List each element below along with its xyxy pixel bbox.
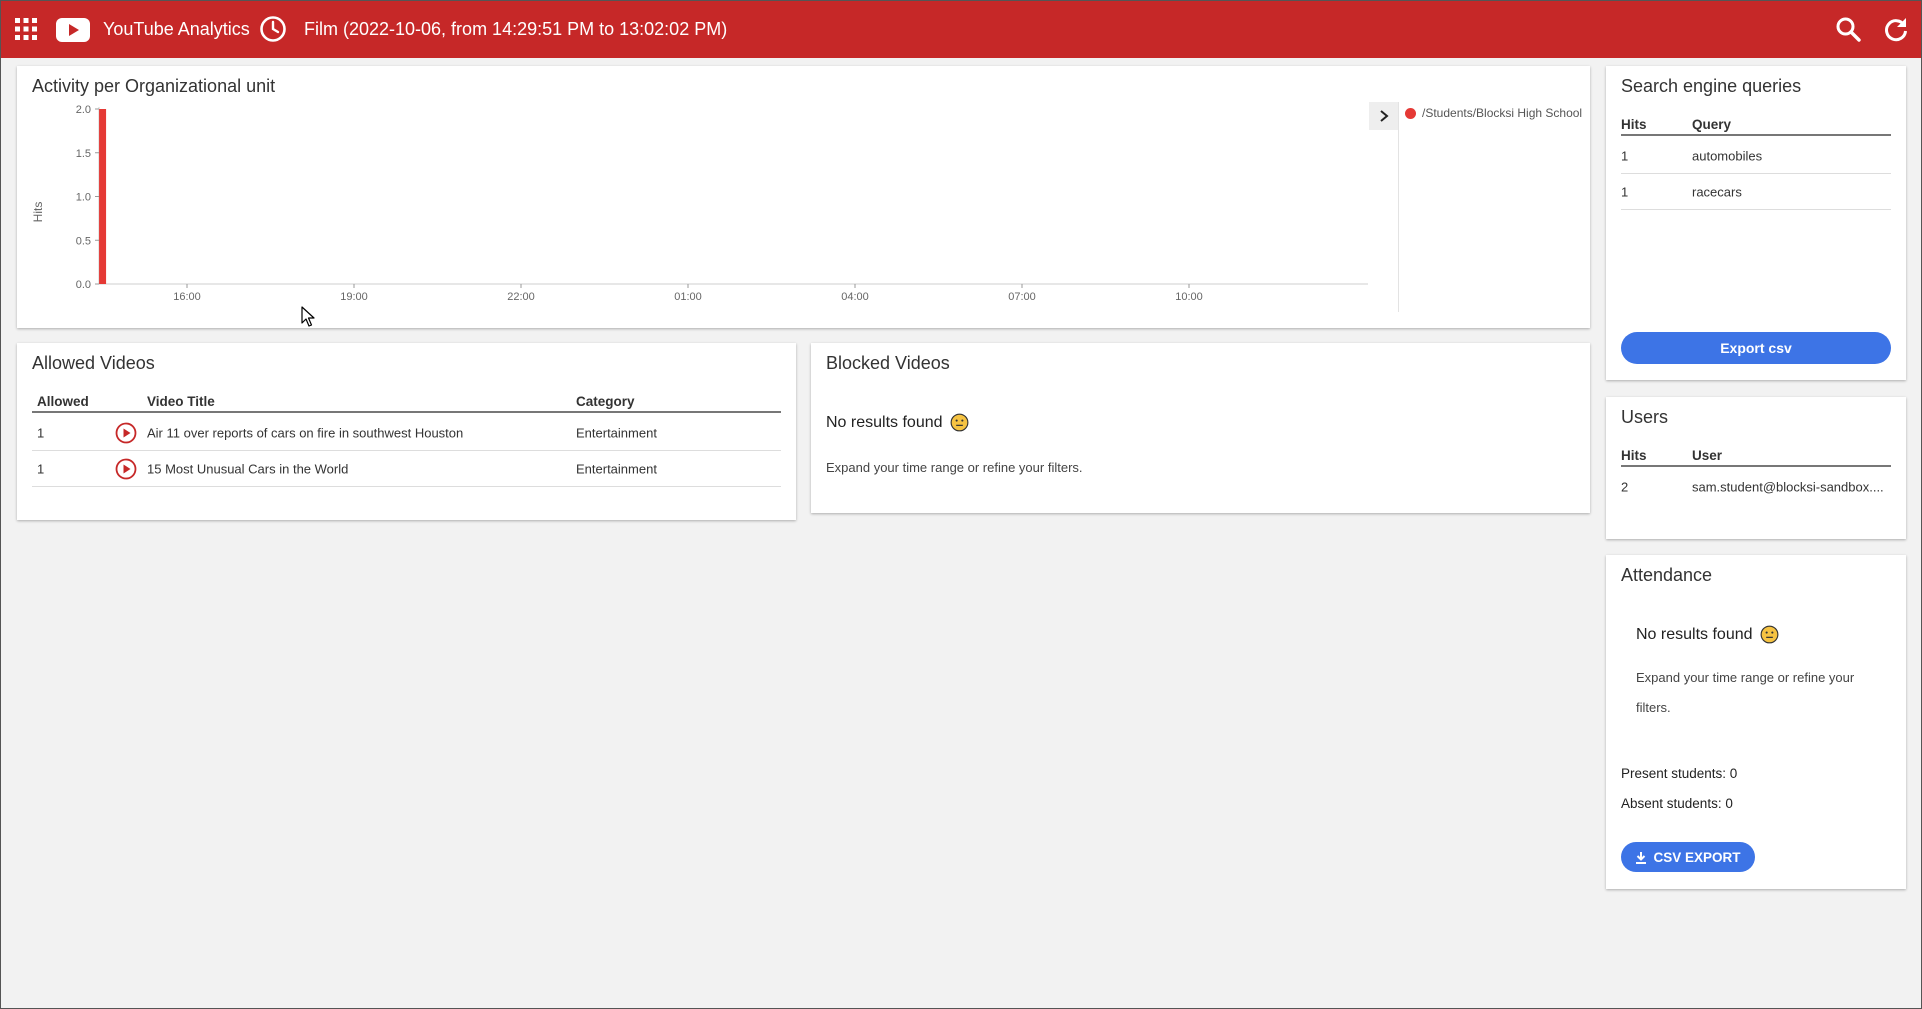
no-results-message: No results found: [1636, 625, 1779, 644]
app-title: YouTube Analytics: [103, 19, 250, 39]
activity-chart: Hits 0.0 0.5 1.0 1.5 2.0 16:00 19:00 22:00 01:0…: [31, 104, 1368, 303]
absent-students: Absent students: 0: [1621, 796, 1733, 811]
column-header-hits[interactable]: Hits: [1621, 448, 1647, 463]
neutral-face-icon: [1760, 625, 1778, 644]
x-tick-label: 04:00: [841, 291, 869, 303]
y-tick-label: 2.0: [76, 104, 91, 116]
table-row[interactable]: 1 15 Most Unusual Cars in the World Ente…: [32, 451, 781, 487]
table-row[interactable]: 1 racecars: [1621, 174, 1891, 210]
video-category: Entertainment: [576, 425, 657, 440]
attendance-title: Attendance: [1621, 565, 1713, 585]
y-tick-label: 1.0: [76, 192, 91, 204]
legend-label: /Students/Blocksi High School: [1422, 106, 1583, 120]
column-header-hits[interactable]: Hits: [1621, 117, 1647, 132]
allowed-videos-table: Allowed Video Title Category 1 Air 11 ov…: [32, 387, 781, 507]
no-results-text: No results found: [1636, 625, 1753, 643]
column-header-video-title[interactable]: Video Title: [147, 394, 215, 409]
chart-bar[interactable]: [99, 109, 107, 284]
neutral-face-icon: [950, 413, 968, 432]
search-icon[interactable]: [1835, 16, 1861, 42]
time-range-label[interactable]: Film (2022-10-06, from 14:29:51 PM to 13…: [304, 19, 727, 40]
legend-toggle-button[interactable]: [1369, 102, 1399, 130]
blocked-videos-card: Blocked Videos No results found Expand y…: [811, 343, 1590, 513]
download-icon: [1636, 851, 1647, 864]
present-students: Present students: 0: [1621, 766, 1738, 781]
apps-grid-icon[interactable]: [15, 18, 37, 40]
users-title: Users: [1621, 407, 1669, 427]
table-header: Hits User: [1621, 441, 1891, 467]
table-header: Allowed Video Title Category: [32, 387, 781, 413]
refresh-icon[interactable]: [1883, 16, 1909, 42]
query-hits: 1: [1621, 184, 1629, 199]
legend-color-dot: [1405, 107, 1416, 119]
y-tick-label: 0.0: [76, 279, 91, 291]
users-card: Users Hits User 2 sam.student@blocksi-sa…: [1606, 397, 1906, 539]
csv-export-label: CSV EXPORT: [1653, 849, 1741, 865]
y-tick-label: 1.5: [76, 148, 91, 160]
search-queries-table: Hits Query 1 automobiles 1 racecars: [1621, 110, 1891, 210]
x-tick-label: 16:00: [173, 291, 201, 303]
y-axis-label: Hits: [31, 202, 45, 223]
top-bar: YouTube Analytics Film (2022-10-06, from…: [1, 1, 1921, 58]
column-header-category[interactable]: Category: [576, 394, 635, 409]
user-hits: 2: [1621, 479, 1629, 495]
column-header-allowed[interactable]: Allowed: [37, 394, 89, 409]
video-title[interactable]: 15 Most Unusual Cars in the World: [147, 461, 348, 476]
no-results-hint: Expand your time range or refine your: [1636, 670, 1855, 685]
no-results-hint-continued: filters.: [1636, 700, 1671, 715]
no-results-hint: Expand your time range or refine your fi…: [826, 460, 1083, 475]
x-tick-label: 07:00: [1008, 291, 1036, 303]
column-header-query[interactable]: Query: [1692, 117, 1731, 132]
table-row[interactable]: 2 sam.student@blocksi-sandbox....: [1621, 469, 1891, 505]
activity-card: Activity per Organizational unit Hits 0.…: [17, 66, 1590, 328]
table-row[interactable]: 1 Air 11 over reports of cars on fire in…: [32, 415, 781, 451]
table-header: Hits Query: [1621, 110, 1891, 136]
x-tick-label: 19:00: [340, 291, 368, 303]
export-csv-button[interactable]: Export csv: [1621, 332, 1891, 364]
column-header-user[interactable]: User: [1692, 448, 1722, 463]
query-text: automobiles: [1692, 148, 1763, 163]
legend-item[interactable]: /Students/Blocksi High School: [1405, 106, 1582, 120]
search-queries-card: Search engine queries Hits Query 1 autom…: [1606, 66, 1906, 380]
query-hits: 1: [1621, 148, 1629, 163]
no-results-text: No results found: [826, 413, 943, 431]
allowed-count: 1: [37, 461, 45, 476]
users-table: Hits User 2 sam.student@blocksi-sandbox.…: [1621, 441, 1891, 511]
video-category: Entertainment: [576, 461, 657, 476]
blocked-videos-title: Blocked Videos: [826, 353, 950, 373]
video-title[interactable]: Air 11 over reports of cars on fire in s…: [147, 425, 463, 440]
table-row[interactable]: 1 automobiles: [1621, 138, 1891, 174]
clock-icon[interactable]: [259, 15, 287, 43]
user-email: sam.student@blocksi-sandbox....: [1692, 479, 1884, 495]
no-results-message: No results found: [826, 413, 969, 432]
csv-export-button[interactable]: CSV EXPORT: [1621, 842, 1755, 872]
x-tick-label: 01:00: [674, 291, 702, 303]
y-tick-label: 0.5: [76, 235, 91, 247]
legend-divider: [1398, 102, 1399, 312]
search-queries-title: Search engine queries: [1621, 76, 1802, 96]
chevron-right-icon: [1380, 110, 1389, 122]
play-icon[interactable]: [115, 458, 137, 480]
attendance-card: Attendance No results found Expand your …: [1606, 555, 1906, 889]
query-text: racecars: [1692, 184, 1742, 199]
youtube-logo-icon: [56, 18, 90, 42]
x-tick-label: 22:00: [507, 291, 535, 303]
play-icon[interactable]: [115, 422, 137, 444]
allowed-count: 1: [37, 425, 45, 440]
mouse-cursor-icon: [301, 306, 315, 327]
x-tick-label: 10:00: [1175, 291, 1203, 303]
allowed-videos-title: Allowed Videos: [32, 353, 155, 373]
allowed-videos-card: Allowed Videos Allowed Video Title Categ…: [17, 343, 796, 520]
